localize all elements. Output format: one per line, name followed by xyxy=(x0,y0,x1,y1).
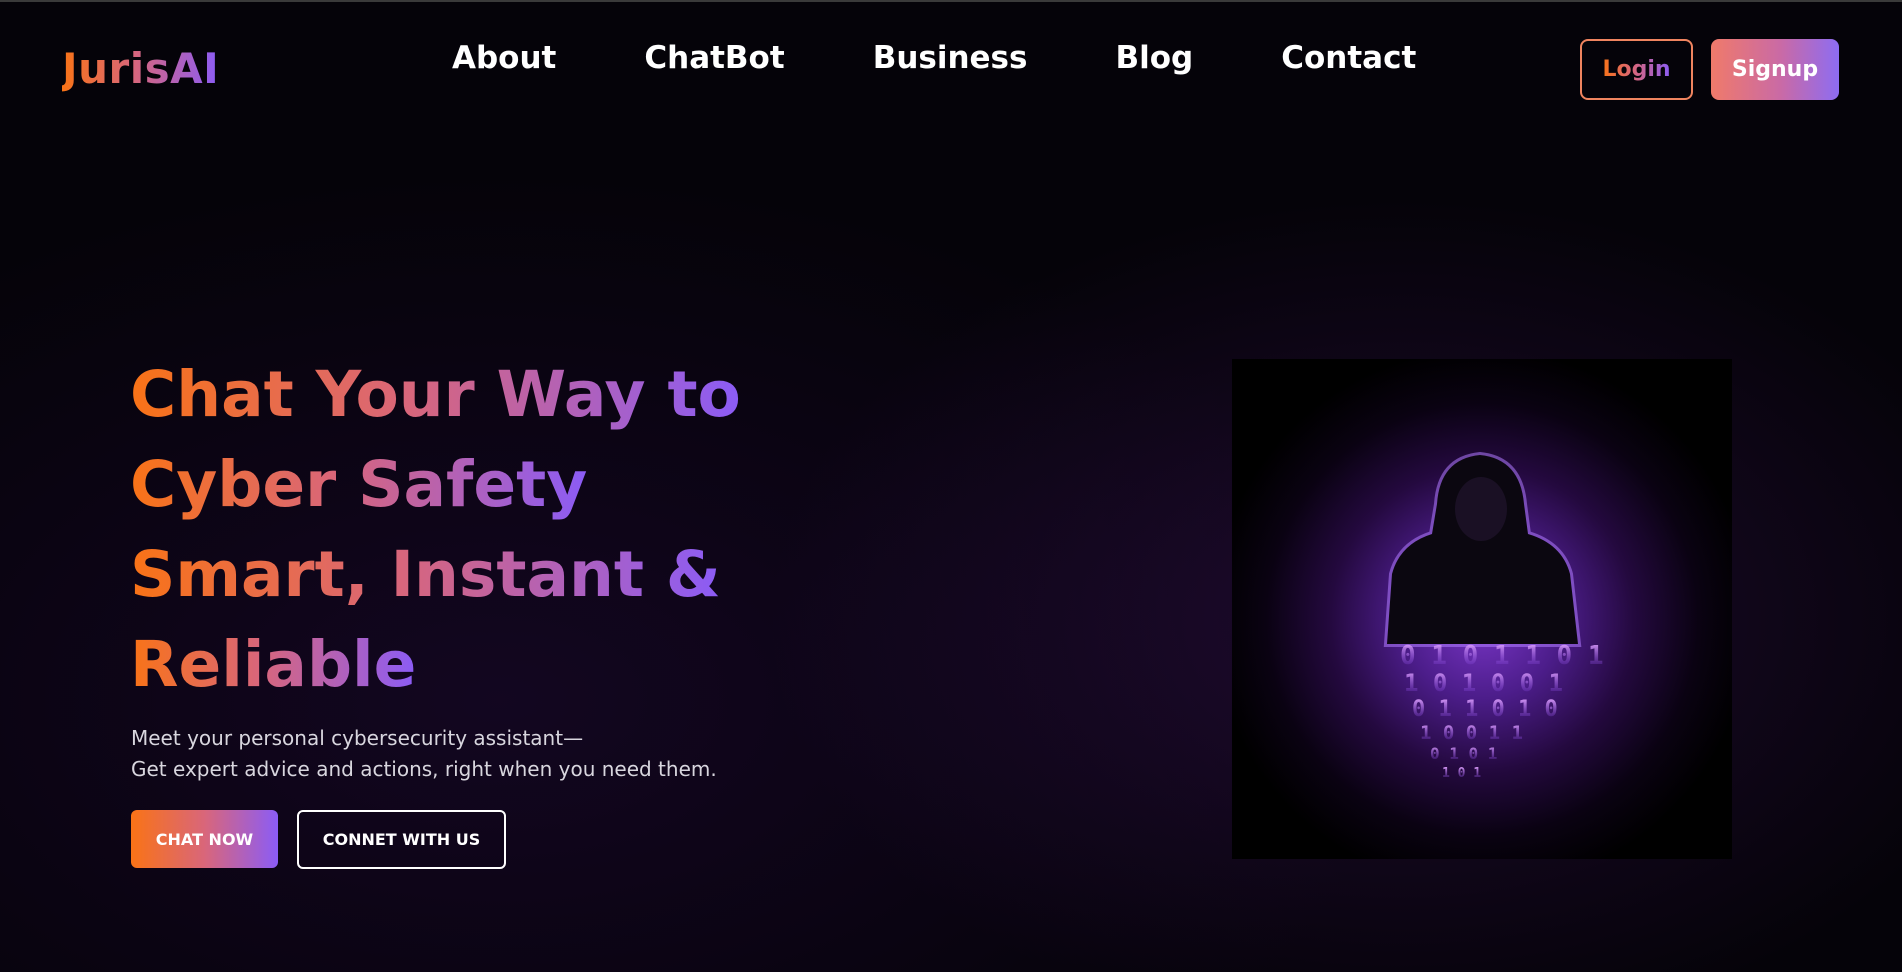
nav-blog[interactable]: Blog xyxy=(1115,40,1193,76)
top-border xyxy=(0,0,1902,2)
hero-description-line: Get expert advice and actions, right whe… xyxy=(131,757,717,781)
logo[interactable]: JurisAI xyxy=(62,44,219,93)
svg-text:0 1 1 0 1 0: 0 1 1 0 1 0 xyxy=(1412,697,1558,722)
login-label: Login xyxy=(1602,57,1671,82)
chat-now-button[interactable]: CHAT NOW xyxy=(131,810,278,868)
hero-title: Chat Your Way to Cyber Safety Smart, Ins… xyxy=(130,350,950,710)
signup-button[interactable]: Signup xyxy=(1711,39,1839,100)
connect-with-us-button[interactable]: CONNET WITH US xyxy=(297,810,506,869)
nav-business[interactable]: Business xyxy=(873,40,1028,76)
nav-contact[interactable]: Contact xyxy=(1281,40,1416,76)
hooded-hacker-illustration: 0 1 0 1 1 0 1 1 0 1 0 0 1 0 1 1 0 1 0 1 … xyxy=(1232,359,1732,859)
hero-title-line: Cyber Safety xyxy=(130,440,587,530)
hero-description: Meet your personal cybersecurity assista… xyxy=(131,723,717,785)
main-nav: About ChatBot Business Blog Contact xyxy=(452,40,1416,76)
hero-title-line: Reliable xyxy=(130,620,416,710)
hero-title-line: Smart, Instant & xyxy=(130,530,721,620)
svg-text:1 0 1: 1 0 1 xyxy=(1442,766,1481,781)
svg-text:0 1 0 1: 0 1 0 1 xyxy=(1430,744,1497,763)
nav-chatbot[interactable]: ChatBot xyxy=(644,40,784,76)
svg-text:0 1 0 1 1 0 1: 0 1 0 1 1 0 1 xyxy=(1400,641,1604,671)
hooded-hacker-icon: 0 1 0 1 1 0 1 1 0 1 0 0 1 0 1 1 0 1 0 1 … xyxy=(1383,451,1604,781)
hero-title-line: Chat Your Way to xyxy=(130,350,741,440)
login-button[interactable]: Login xyxy=(1580,39,1693,100)
hero-description-line: Meet your personal cybersecurity assista… xyxy=(131,726,584,750)
svg-text:1 0 0 1 1: 1 0 0 1 1 xyxy=(1420,722,1523,744)
svg-text:1 0 1 0 0 1: 1 0 1 0 0 1 xyxy=(1404,669,1563,697)
nav-about[interactable]: About xyxy=(452,40,556,76)
